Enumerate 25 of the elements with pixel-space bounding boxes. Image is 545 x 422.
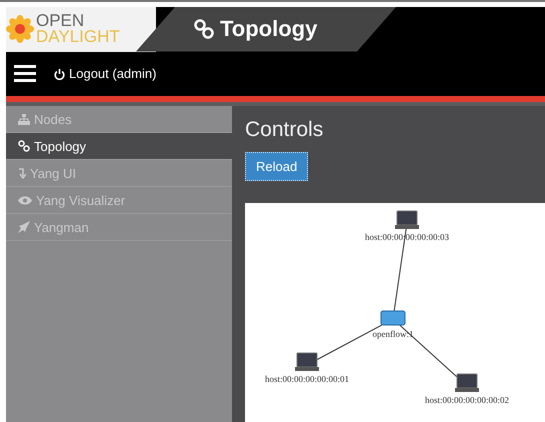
menu-icon[interactable]: [14, 65, 36, 82]
node-label: host:00:00:00:00:00:01: [265, 374, 349, 384]
logo-text: DAYLIGHT: [36, 29, 120, 46]
logout-link[interactable]: Logout (admin): [54, 66, 156, 82]
sidebar-item[interactable]: Yang Visualizer: [6, 187, 232, 214]
flower-logo-icon: [6, 15, 34, 44]
sidebar-item[interactable]: Yangman: [6, 214, 232, 241]
sitemap-icon: [18, 114, 30, 124]
section-heading: Controls: [245, 118, 324, 142]
link-icon: [194, 19, 214, 40]
power-icon: [54, 68, 65, 80]
laptop-icon: [295, 352, 319, 371]
node-label: host:00:00:00:00:00:02: [425, 395, 509, 405]
arrow-icon: [18, 168, 26, 178]
rocket-icon: [18, 221, 30, 233]
link-icon: [18, 140, 30, 152]
switch-icon: [380, 310, 406, 326]
laptop-icon: [395, 210, 419, 229]
reload-button[interactable]: Reload: [245, 152, 308, 181]
laptop-icon: [455, 374, 479, 392]
logo-text: OPEN: [36, 13, 84, 30]
page-title: Topology: [220, 16, 318, 42]
sidebar-item[interactable]: Yang UI: [6, 160, 232, 187]
eye-icon: [18, 196, 32, 204]
sidebar-item[interactable]: Topology: [6, 133, 232, 160]
